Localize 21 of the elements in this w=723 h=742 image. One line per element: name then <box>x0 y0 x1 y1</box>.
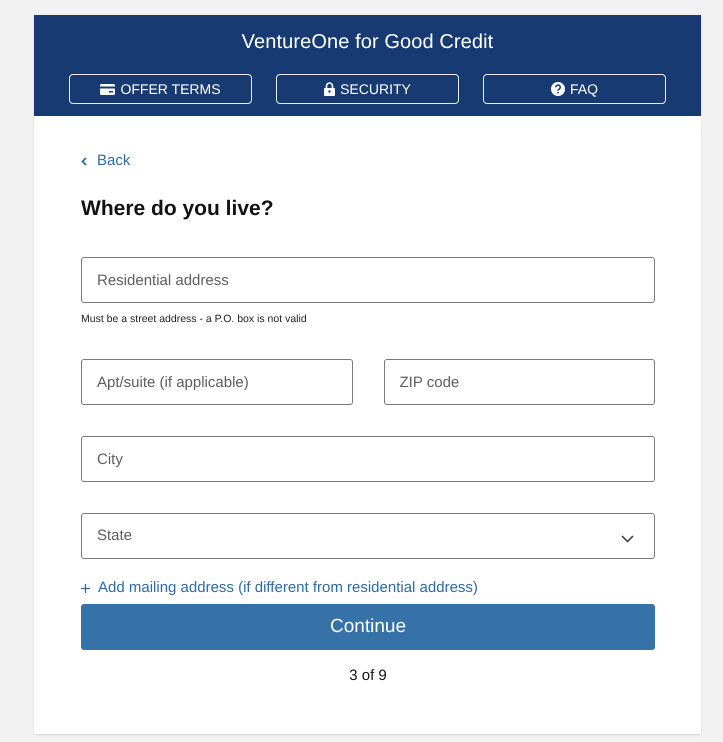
page-title: VentureOne for Good Credit <box>242 30 494 54</box>
header-button[interactable]: FAQ <box>483 74 666 104</box>
lock-icon <box>324 82 336 96</box>
state-dropdown[interactable]: State <box>81 513 655 559</box>
header-button[interactable]: SECURITY <box>276 74 459 104</box>
input-field[interactable]: Apt/suite (if applicable) <box>81 359 352 405</box>
header-button[interactable]: OFFER TERMS <box>69 74 252 104</box>
add-mailing-address-link[interactable]: Add mailing address (if different from residential address) <box>81 578 478 598</box>
help-icon <box>550 82 565 96</box>
page-heading: Where do you live? <box>81 196 275 222</box>
continue-button[interactable]: Continue <box>81 604 655 650</box>
input-field[interactable]: ZIP code <box>384 359 655 405</box>
credit-card-icon <box>100 84 116 94</box>
input-field[interactable]: Residential address <box>81 257 655 303</box>
step-counter: 3 of 9 <box>349 666 387 686</box>
input-field[interactable]: City <box>81 436 655 482</box>
chevron-down-icon <box>621 535 634 543</box>
plus-icon <box>81 584 90 592</box>
chevron-left-icon <box>81 156 87 166</box>
helper-text: Must be a street address - a P.O. box is not valid <box>81 312 308 326</box>
back-link[interactable]: Back <box>81 152 130 170</box>
